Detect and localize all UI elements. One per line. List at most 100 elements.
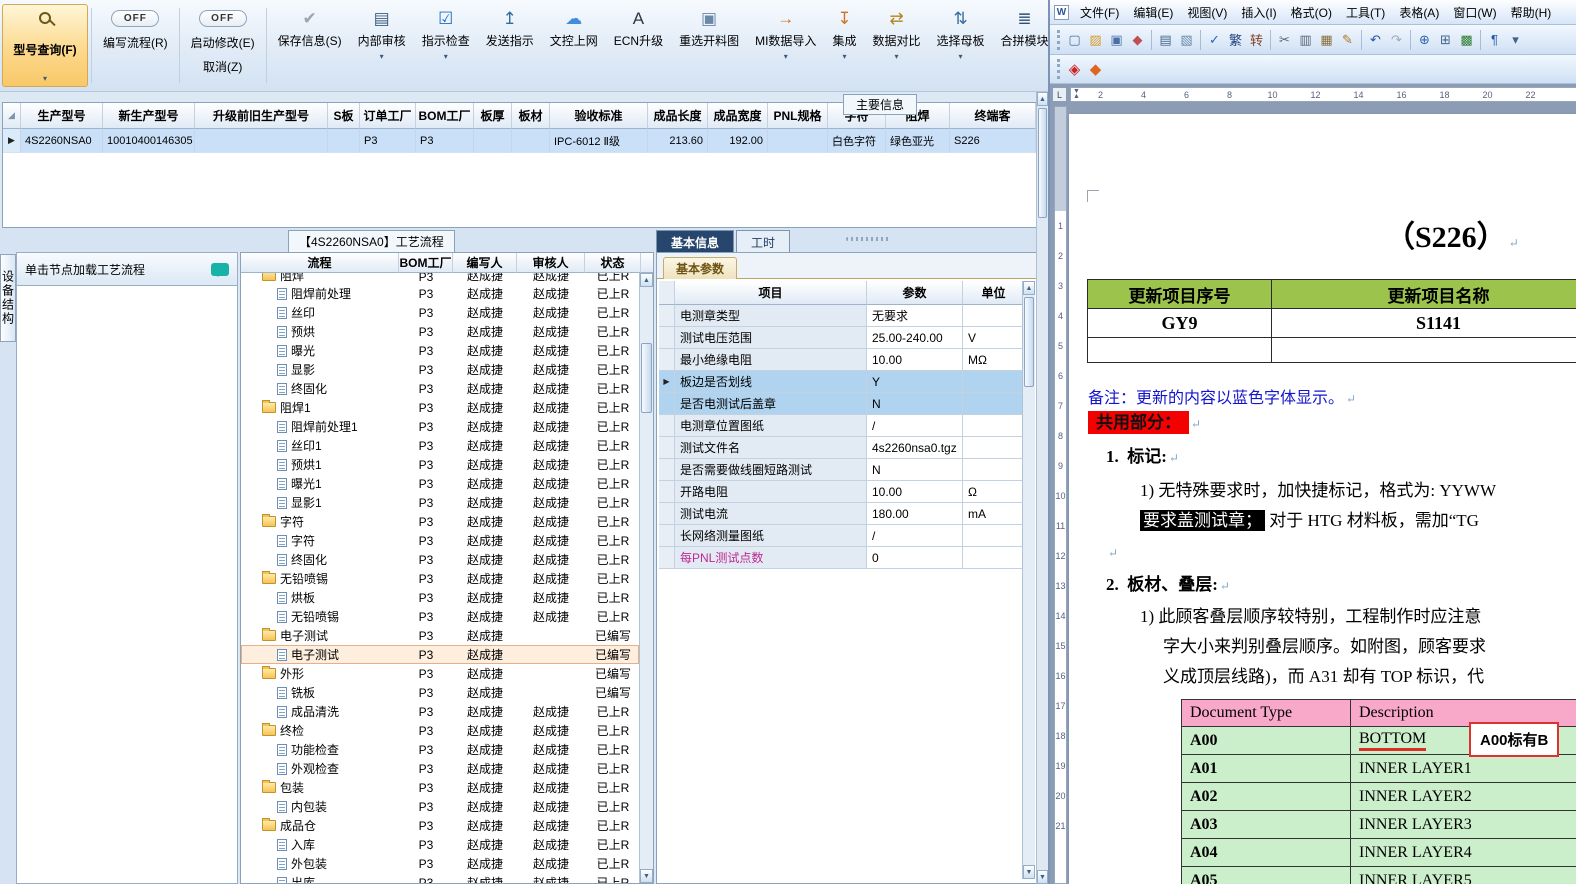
tab-equipment-structure[interactable]: 设备结构: [0, 254, 16, 342]
traditional-chinese-icon[interactable]: 繁: [1225, 29, 1246, 50]
insert-excel-icon[interactable]: ▩: [1456, 29, 1477, 50]
print-preview-icon[interactable]: ▧: [1176, 29, 1197, 50]
grid-column-header[interactable]: 新生产型号: [103, 103, 195, 129]
parameter-row[interactable]: 测试电压范围 25.00-240.00 V: [659, 327, 1025, 349]
copy-icon[interactable]: ▥: [1295, 29, 1316, 50]
parameter-value-cell[interactable]: 0: [867, 547, 963, 569]
grid-column-header[interactable]: 生产型号: [21, 103, 103, 129]
grid-column-header[interactable]: 板材: [512, 103, 550, 129]
model-query-button[interactable]: 型号查询(F) ▾: [2, 4, 88, 87]
convert-icon[interactable]: 转: [1246, 29, 1267, 50]
menu-table[interactable]: 表格(A): [1392, 0, 1446, 25]
save-info-button[interactable]: ✔ 保存信息(S): [270, 4, 350, 87]
parameter-row[interactable]: 电测章类型 无要求: [659, 305, 1025, 327]
process-tree-row[interactable]: 成品清洗 P3 赵成捷 赵成捷 已上R: [241, 702, 639, 721]
scroll-thumb[interactable]: [1024, 297, 1034, 387]
parameters-scrollbar[interactable]: ▲ ▼: [1022, 281, 1035, 879]
process-tree-row[interactable]: 功能检查 P3 赵成捷 赵成捷 已上R: [241, 740, 639, 759]
parameter-value-cell[interactable]: 10.00: [867, 481, 963, 503]
save-icon[interactable]: ▣: [1106, 29, 1127, 50]
grid-column-header[interactable]: S板: [328, 103, 360, 129]
internal-audit-button[interactable]: ▤ 内部审核 ▾: [350, 4, 414, 87]
process-tree-row[interactable]: 阻焊前处理 P3 赵成捷 赵成捷 已上R: [241, 284, 639, 303]
parameter-row[interactable]: 长网络测量图纸 /: [659, 525, 1025, 547]
redo-icon[interactable]: ↷: [1386, 29, 1407, 50]
scroll-down-button[interactable]: ▼: [1037, 870, 1048, 884]
tab-basic-params[interactable]: 基本参数: [663, 257, 738, 279]
toolbar-options-icon[interactable]: ▾: [1505, 29, 1526, 50]
grid-column-header[interactable]: 升级前旧生产型号: [195, 103, 328, 129]
menu-window[interactable]: 窗口(W): [1446, 0, 1503, 25]
select-motherboard-button[interactable]: ⇅ 选择母板 ▾: [928, 4, 992, 87]
format-painter-icon[interactable]: ✎: [1337, 29, 1358, 50]
snapshot-plugin-icon[interactable]: ◆: [1085, 59, 1106, 80]
process-tree-row[interactable]: 电子测试 P3 赵成捷 已编写: [241, 645, 639, 664]
start-modify-label[interactable]: 启动修改(E): [191, 34, 255, 51]
toolbar-grip[interactable]: [1057, 29, 1060, 50]
parameter-row[interactable]: 测试电流 180.00 mA: [659, 503, 1025, 525]
grid-column-header[interactable]: BOM工厂: [416, 103, 474, 129]
process-tree-row[interactable]: 字符 P3 赵成捷 赵成捷 已上R: [241, 531, 639, 550]
param-column-header[interactable]: 项目: [675, 281, 867, 305]
equipment-tree-panel[interactable]: [16, 286, 238, 884]
process-tree-row[interactable]: 曝光 P3 赵成捷 赵成捷 已上R: [241, 341, 639, 360]
process-column-header[interactable]: 流程: [241, 253, 399, 273]
send-instruction-button[interactable]: ↥ 发送指示: [478, 4, 542, 87]
hanging-indent-marker[interactable]: ▲: [1073, 93, 1080, 100]
permission-icon[interactable]: ◆: [1127, 29, 1148, 50]
parameter-value-cell[interactable]: 10.00: [867, 349, 963, 371]
param-column-header[interactable]: 参数: [867, 281, 963, 305]
chevron-down-icon[interactable]: ▾: [380, 53, 384, 61]
menu-tools[interactable]: 工具(T): [1339, 0, 1392, 25]
show-marks-icon[interactable]: ¶: [1484, 29, 1505, 50]
process-column-header[interactable]: 审核人: [517, 253, 585, 273]
process-tree-row[interactable]: 包装 P3 赵成捷 赵成捷 已上R: [241, 778, 639, 797]
chevron-down-icon[interactable]: ▾: [43, 75, 47, 83]
grid-column-header[interactable]: 板厚: [474, 103, 512, 129]
parameter-value-cell[interactable]: /: [867, 415, 963, 437]
integrate-button[interactable]: ↧ 集成 ▾: [824, 4, 864, 87]
chevron-down-icon[interactable]: ▾: [444, 53, 448, 61]
parameter-value-cell[interactable]: Y: [867, 371, 963, 393]
merge-module-button[interactable]: ≣ 合拼模块: [992, 4, 1048, 87]
cancel-label[interactable]: 取消(Z): [203, 58, 242, 75]
process-tree-row[interactable]: 入库 P3 赵成捷 赵成捷 已上R: [241, 835, 639, 854]
open-folder-icon[interactable]: ▨: [1085, 29, 1106, 50]
menu-file[interactable]: 文件(F): [1073, 0, 1126, 25]
parameter-value-cell[interactable]: 25.00-240.00: [867, 327, 963, 349]
parameter-row[interactable]: 是否需要做线圈短路测试 N: [659, 459, 1025, 481]
parameter-row[interactable]: ▶ 板边是否划线 Y: [659, 371, 1025, 393]
menu-help[interactable]: 帮助(H): [1504, 0, 1559, 25]
parameter-value-cell[interactable]: 4s2260nsa0.tgz: [867, 437, 963, 459]
parameter-row[interactable]: 每PNL测试点数 0: [659, 547, 1025, 569]
process-tree-row[interactable]: 终检 P3 赵成捷 赵成捷 已上R: [241, 721, 639, 740]
grid-data-row[interactable]: ▶ 4S2260NSA0 10010400146305 P3 P3 IPC-6012 Ⅱ级…: [3, 129, 1041, 153]
undo-icon[interactable]: ↶: [1365, 29, 1386, 50]
process-tree-row[interactable]: 字符 P3 赵成捷 赵成捷 已上R: [241, 512, 639, 531]
process-tree-row[interactable]: 成品仓 P3 赵成捷 赵成捷 已上R: [241, 816, 639, 835]
parameter-value-cell[interactable]: /: [867, 525, 963, 547]
scroll-thumb[interactable]: [1038, 108, 1047, 218]
insert-table-icon[interactable]: ⊞: [1435, 29, 1456, 50]
data-compare-button[interactable]: ⇄ 数据对比 ▾: [864, 4, 928, 87]
doc-control-upload-button[interactable]: ☁ 文控上网: [542, 4, 606, 87]
tab-stop-selector[interactable]: L: [1052, 87, 1067, 102]
instruction-check-button[interactable]: ☑ 指示检查 ▾: [414, 4, 478, 87]
parameter-row[interactable]: 电测章位置图纸 /: [659, 415, 1025, 437]
grid-column-header[interactable]: PNL规格: [768, 103, 828, 129]
parameter-value-cell[interactable]: N: [867, 459, 963, 481]
grid-column-header[interactable]: 验收标准: [550, 103, 648, 129]
menu-format[interactable]: 格式(O): [1284, 0, 1339, 25]
new-document-icon[interactable]: ▢: [1064, 29, 1085, 50]
process-tree-row[interactable]: 丝印1 P3 赵成捷 赵成捷 已上R: [241, 436, 639, 455]
process-tree-row[interactable]: 终固化 P3 赵成捷 赵成捷 已上R: [241, 379, 639, 398]
menu-insert[interactable]: 插入(I): [1234, 0, 1283, 25]
process-tree-row[interactable]: 出库 P3 赵成捷 赵成捷 已上R: [241, 873, 639, 883]
scroll-down-button[interactable]: ▼: [1023, 865, 1035, 879]
param-column-header[interactable]: 单位: [963, 281, 1025, 305]
scroll-up-button[interactable]: ▲: [640, 273, 653, 287]
document-page[interactable]: （S226） ↵ 更新项目序号 更新项目名称 GY9 S1141 备注：更新的内容以蓝色…: [1069, 114, 1576, 884]
scroll-thumb[interactable]: [641, 343, 652, 413]
scroll-up-button[interactable]: ▲: [1023, 281, 1035, 295]
process-tree-row[interactable]: 内包装 P3 赵成捷 赵成捷 已上R: [241, 797, 639, 816]
